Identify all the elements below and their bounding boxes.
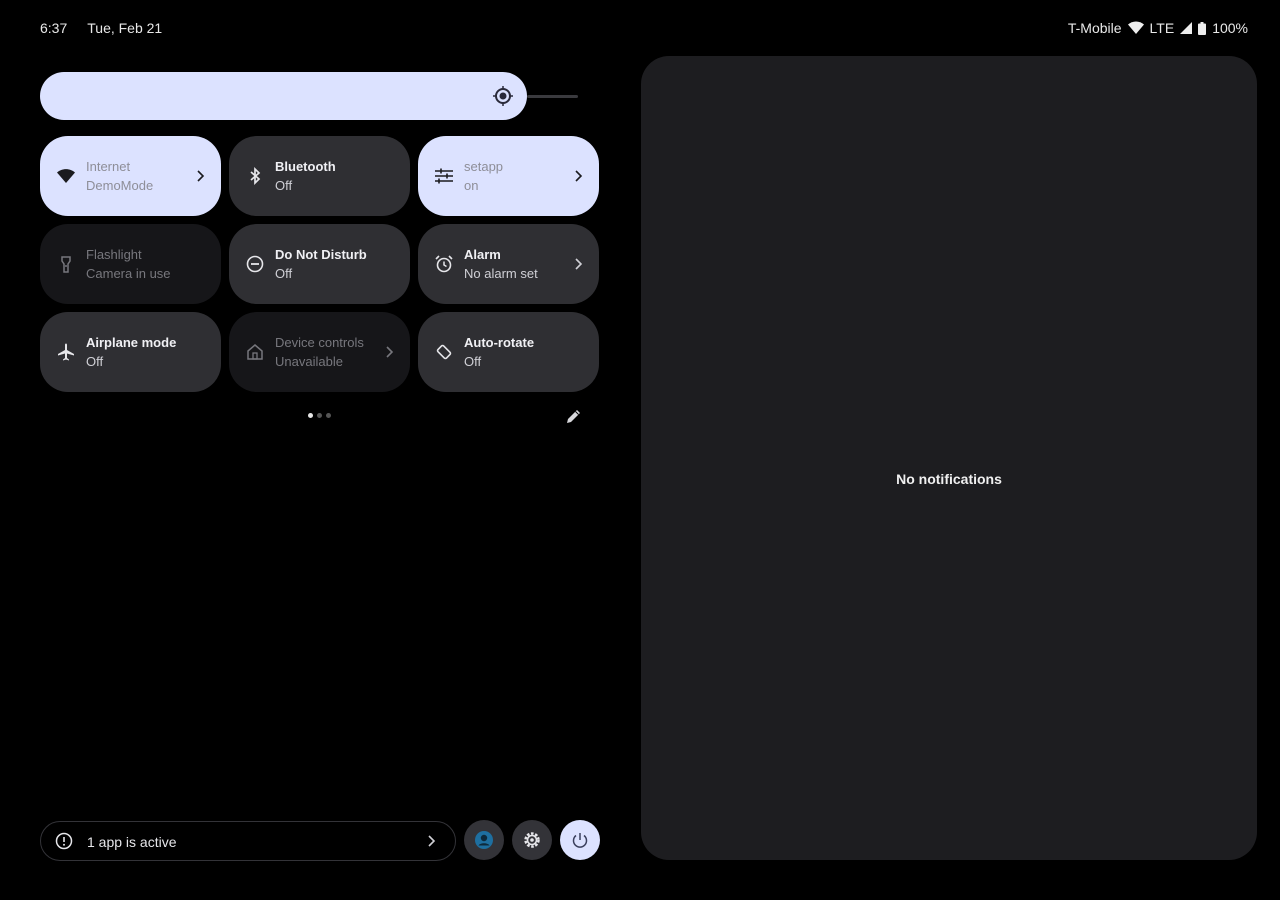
tile-label: Do Not Disturb xyxy=(275,247,367,262)
battery-icon xyxy=(1198,21,1207,35)
tile-label: Device controls xyxy=(275,335,364,350)
edit-icon[interactable] xyxy=(564,406,584,426)
tile-label: Flashlight xyxy=(86,247,142,262)
tile-status: Off xyxy=(275,266,293,281)
signal-icon xyxy=(1180,22,1193,34)
tile-status: Off xyxy=(275,178,293,193)
power-icon xyxy=(572,833,588,848)
settings-button[interactable] xyxy=(512,820,552,860)
avatar-icon xyxy=(475,831,493,849)
chevron-right-icon xyxy=(575,258,583,270)
tile-label: Bluetooth xyxy=(275,159,336,174)
tile-status: No alarm set xyxy=(464,266,538,281)
sliders-icon xyxy=(435,168,453,184)
alarm-icon xyxy=(435,255,453,273)
brightness-icon xyxy=(493,86,513,106)
page-indicator xyxy=(308,413,331,418)
notification-panel: No notifications xyxy=(641,56,1257,860)
user-switcher-button[interactable] xyxy=(464,820,504,860)
chevron-right-icon xyxy=(428,835,435,847)
tile-status: Camera in use xyxy=(86,266,171,281)
battery-level: 100% xyxy=(1212,20,1248,36)
page-dot xyxy=(326,413,331,418)
status-bar: 6:37 Tue, Feb 21 T-Mobile LTE 100% xyxy=(0,0,1280,58)
info-icon xyxy=(55,832,73,850)
chevron-right-icon xyxy=(386,346,394,358)
tile-alarm[interactable]: Alarm No alarm set xyxy=(418,224,599,304)
status-date: Tue, Feb 21 xyxy=(87,20,163,36)
tile-status: Off xyxy=(464,354,482,369)
tile-do-not-disturb[interactable]: Do Not Disturb Off xyxy=(229,224,410,304)
home-icon xyxy=(247,344,263,360)
tile-status: Off xyxy=(86,354,104,369)
page-dot xyxy=(317,413,322,418)
status-time: 6:37 xyxy=(40,20,68,36)
tile-label: setapp xyxy=(464,159,504,174)
power-button[interactable] xyxy=(560,820,600,860)
tile-status: Unavailable xyxy=(275,354,343,369)
tile-status: DemoMode xyxy=(86,178,154,193)
tile-auto-rotate[interactable]: Auto-rotate Off xyxy=(418,312,599,392)
flashlight-icon xyxy=(61,256,71,273)
chevron-right-icon xyxy=(575,170,583,182)
tile-setapp[interactable]: setapp on xyxy=(418,136,599,216)
wifi-status-icon xyxy=(1127,21,1144,35)
do-not-disturb-icon xyxy=(246,255,264,273)
tile-label: Alarm xyxy=(464,247,501,262)
active-apps-label: 1 app is active xyxy=(87,834,177,850)
tile-airplane-mode[interactable]: Airplane mode Off xyxy=(40,312,221,392)
tile-label: Airplane mode xyxy=(86,335,177,350)
wifi-icon xyxy=(57,169,75,183)
tile-label: Internet xyxy=(86,159,131,174)
tile-label: Auto-rotate xyxy=(464,335,535,350)
page-dot xyxy=(308,413,313,418)
rotate-icon xyxy=(436,344,452,360)
brightness-slider[interactable] xyxy=(40,72,578,120)
tile-bluetooth[interactable]: Bluetooth Off xyxy=(229,136,410,216)
carrier-name: T-Mobile xyxy=(1067,20,1122,36)
brightness-fill xyxy=(40,72,527,120)
airplane-icon xyxy=(58,343,74,361)
tile-device-controls[interactable]: Device controls Unavailable xyxy=(229,312,410,392)
tile-status: on xyxy=(464,178,479,193)
chevron-right-icon xyxy=(197,170,205,182)
active-apps-button[interactable]: 1 app is active xyxy=(40,821,456,861)
bluetooth-icon xyxy=(250,166,261,186)
network-type: LTE xyxy=(1149,20,1175,36)
tile-flashlight[interactable]: Flashlight Camera in use xyxy=(40,224,221,304)
quick-settings-grid: Internet DemoMode Bluetooth Off setapp o… xyxy=(40,136,600,392)
no-notifications-text: No notifications xyxy=(896,471,1002,487)
tile-internet[interactable]: Internet DemoMode xyxy=(40,136,221,216)
brightness-track-rest xyxy=(527,95,578,98)
gear-icon xyxy=(524,832,540,848)
